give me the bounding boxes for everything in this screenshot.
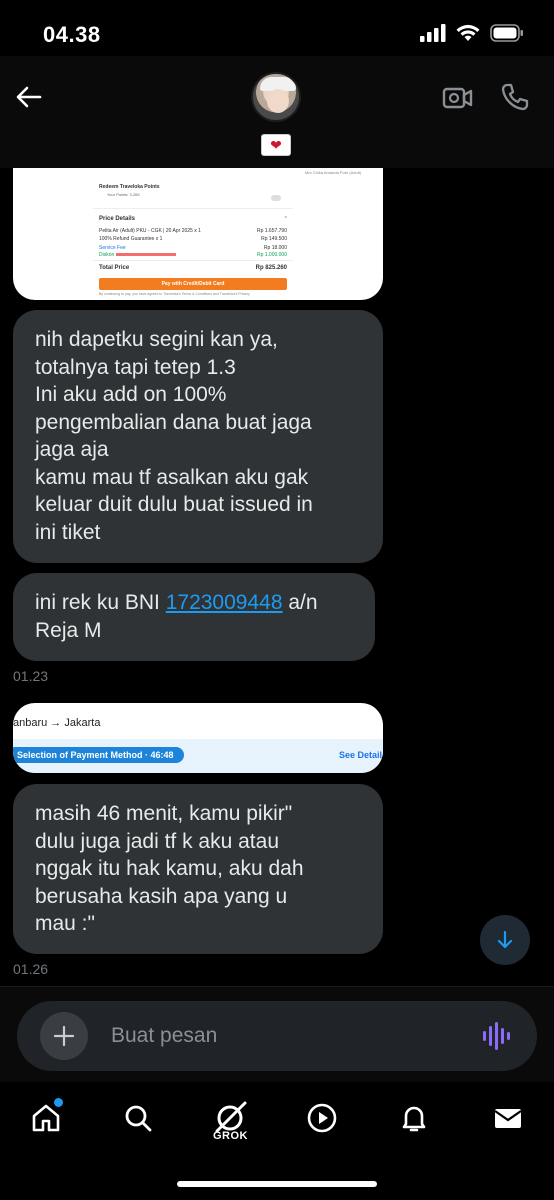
voice-call-button[interactable] (500, 82, 530, 117)
scroll-to-bottom-button[interactable] (480, 915, 530, 965)
price-row: 100% Refund Guarantee x 1 Rp 149.500 (99, 236, 287, 242)
price-details-title: Price Details (99, 216, 136, 222)
chat-header: ❤ (0, 56, 554, 168)
voice-waveform-icon (483, 1022, 510, 1050)
notification-dot (54, 1098, 63, 1107)
search-icon (125, 1105, 152, 1132)
footnote: By continuing to pay, you have agreed to… (99, 292, 250, 296)
message-bubble[interactable]: masih 46 menit, kamu pikir" dulu juga ja… (13, 784, 383, 954)
bottom-tab-bar: GROK (0, 1082, 554, 1200)
price-row: Service Fee Rp 18.000 (99, 245, 287, 251)
phone-icon (501, 83, 529, 111)
heart-emoji-badge: ❤ (261, 134, 291, 156)
price-row: Diskon Rp 1.000.000 (99, 252, 287, 258)
home-indicator (177, 1181, 377, 1187)
points-toggle (271, 195, 281, 201)
grok-label: GROK (213, 1130, 248, 1142)
voice-message-button[interactable] (482, 1020, 512, 1057)
your-points: Your Points: 3,265 (107, 192, 140, 197)
message-bubble[interactable]: nih dapetku segini kan ya, totalnya tapi… (13, 310, 383, 563)
play-circle-icon (307, 1103, 337, 1133)
divider (93, 208, 293, 209)
battery-icon (490, 24, 523, 42)
pay-button: Pay with Credit/Debit Card (99, 278, 287, 290)
tab-messages[interactable] (488, 1098, 528, 1138)
status-bar: 04.38 (0, 0, 554, 64)
status-time: 04.38 (43, 22, 101, 47)
route-label: anbaru → Jakarta (13, 717, 101, 729)
wifi-icon (456, 24, 480, 41)
plus-icon (53, 1025, 75, 1047)
redeem-label: Redeem Traveloka Points (99, 184, 160, 190)
tab-search[interactable] (118, 1098, 158, 1138)
tab-home[interactable] (26, 1098, 66, 1138)
mail-icon (494, 1109, 522, 1128)
message-timestamp: 01.23 (13, 668, 49, 684)
image-message-price-details[interactable]: Redeem Traveloka Points Your Points: 3,2… (13, 168, 383, 300)
divider (93, 260, 293, 261)
side-note: Mrs Chika Amanda Putri (Adult) (305, 170, 362, 175)
composer-area (0, 986, 554, 1082)
bell-icon (402, 1106, 426, 1132)
status-icons (420, 24, 524, 42)
redacted-mark (115, 253, 176, 257)
back-button[interactable] (14, 82, 44, 112)
screenshot-panel: Redeem Traveloka Points Your Points: 3,2… (93, 168, 293, 300)
message-bubble[interactable]: ini rek ku BNI 1723009448 a/n Reja M (13, 573, 375, 661)
message-timestamp: 01.26 (13, 961, 49, 977)
arrow-left-icon (16, 86, 42, 108)
price-row: Pelita Air (Adult) PKU - CGK | 20 Apr 20… (99, 228, 287, 234)
tab-notifications[interactable] (394, 1098, 434, 1138)
price-details-header: Price Details ^ (99, 216, 287, 222)
avatar-face (267, 89, 289, 113)
message-composer (17, 1001, 537, 1071)
tab-video[interactable] (302, 1098, 342, 1138)
account-number-link[interactable]: 1723009448 (166, 591, 283, 614)
message-input[interactable] (111, 1021, 451, 1051)
see-detail-link: See Detail (339, 750, 383, 760)
video-camera-icon (442, 87, 473, 109)
arrow-down-icon (497, 930, 513, 949)
payment-timer-pill: Selection of Payment Method · 46:48 (13, 747, 184, 763)
chevron-up-icon: ^ (284, 216, 287, 222)
image-message-payment[interactable]: anbaru → Jakarta Selection of Payment Me… (13, 703, 383, 773)
add-attachment-button[interactable] (40, 1012, 88, 1060)
cellular-signal-icon (420, 24, 446, 42)
video-call-button[interactable] (442, 84, 474, 117)
total-row: Total Price Rp 825.260 (99, 265, 287, 271)
avatar[interactable] (251, 72, 301, 122)
